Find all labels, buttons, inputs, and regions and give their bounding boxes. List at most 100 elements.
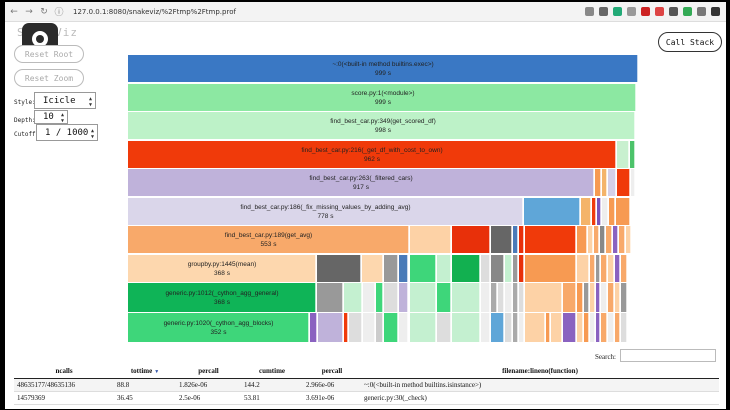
flame-block[interactable]: [617, 141, 629, 168]
flame-block[interactable]: [616, 198, 630, 225]
flame-block[interactable]: [410, 226, 451, 253]
flame-block[interactable]: [597, 198, 601, 225]
flame-block[interactable]: [525, 283, 562, 312]
extension-icon[interactable]: [599, 7, 608, 16]
flame-block[interactable]: [590, 283, 595, 312]
flame-block[interactable]: [437, 255, 451, 282]
flame-block[interactable]: [602, 198, 608, 225]
flame-block[interactable]: [452, 313, 480, 342]
flame-block[interactable]: [601, 255, 607, 282]
flame-block[interactable]: [399, 283, 408, 312]
flame-block[interactable]: [410, 313, 436, 342]
flame-block[interactable]: [481, 313, 490, 342]
flame-block[interactable]: [491, 313, 504, 342]
flame-block[interactable]: [596, 313, 600, 342]
flame-block[interactable]: [513, 255, 518, 282]
flame-block[interactable]: [505, 313, 512, 342]
flame-block[interactable]: [621, 255, 627, 282]
extension-icon[interactable]: [641, 7, 650, 16]
flame-block[interactable]: [513, 313, 518, 342]
flame-block[interactable]: [619, 226, 625, 253]
flame-block[interactable]: [410, 255, 436, 282]
flame-block[interactable]: [519, 226, 524, 253]
flame-block[interactable]: [588, 226, 593, 253]
flame-block[interactable]: [617, 169, 630, 196]
flame-block[interactable]: [584, 283, 589, 312]
flame-block[interactable]: [491, 226, 512, 253]
flame-block[interactable]: [551, 313, 562, 342]
flame-block[interactable]: [608, 283, 614, 312]
flame-block[interactable]: [546, 313, 550, 342]
flame-block[interactable]: [581, 198, 591, 225]
call-stack-button[interactable]: Call Stack: [658, 32, 722, 52]
star-icon[interactable]: [585, 7, 594, 16]
flame-block[interactable]: [317, 255, 361, 282]
flame-block[interactable]: [563, 283, 576, 312]
flame-block[interactable]: [601, 283, 607, 312]
flame-block[interactable]: [602, 169, 607, 196]
flame-block[interactable]: [577, 226, 587, 253]
flame-block[interactable]: [410, 283, 436, 312]
column-header-ncalls[interactable]: ncalls: [14, 365, 114, 379]
flame-block[interactable]: [505, 283, 512, 312]
flame-block[interactable]: [592, 198, 596, 225]
flame-block[interactable]: [608, 255, 614, 282]
extension-icon[interactable]: [627, 7, 636, 16]
flame-block[interactable]: [491, 283, 497, 312]
flame-block[interactable]: [608, 313, 614, 342]
flame-block[interactable]: [594, 226, 599, 253]
table-row[interactable]: 14579369 36.45 2.5e-06 53.81 3.691e-06 g…: [14, 391, 719, 405]
flame-block[interactable]: [310, 313, 317, 342]
style-select[interactable]: Icicle ▲ ▼: [34, 92, 96, 109]
extension-icon[interactable]: [669, 7, 678, 16]
flame-block[interactable]: [525, 226, 576, 253]
reset-root-button[interactable]: Reset Root: [14, 45, 84, 63]
flame-block[interactable]: [608, 169, 616, 196]
flame-block[interactable]: [590, 255, 595, 282]
flame-block[interactable]: [519, 283, 524, 312]
column-header-percall-cum[interactable]: percall: [303, 365, 361, 379]
column-header-percall[interactable]: percall: [176, 365, 241, 379]
flame-block[interactable]: [344, 313, 348, 342]
flame-block[interactable]: [519, 313, 524, 342]
flame-block[interactable]: [601, 313, 607, 342]
flame-block[interactable]: [577, 283, 583, 312]
flame-block[interactable]: [452, 255, 480, 282]
flame-block[interactable]: [363, 313, 375, 342]
flame-block[interactable]: [519, 255, 524, 282]
flame-block[interactable]: [452, 226, 490, 253]
flame-block[interactable]: [481, 283, 490, 312]
flame-block[interactable]: [349, 313, 362, 342]
address-bar[interactable]: 127.0.0.1:8080/snakeviz/%2Ftmp%2Ftmp.pro…: [73, 8, 236, 16]
flame-block[interactable]: [437, 313, 451, 342]
forward-icon[interactable]: →: [23, 7, 35, 17]
flame-block[interactable]: [318, 313, 343, 342]
flame-block[interactable]: [613, 226, 618, 253]
flame-block[interactable]: [563, 313, 576, 342]
back-icon[interactable]: ←: [8, 7, 20, 17]
info-icon[interactable]: ⓘ: [53, 5, 65, 18]
flame-block[interactable]: [399, 255, 408, 282]
flame-block[interactable]: [481, 255, 490, 282]
flame-block[interactable]: [606, 226, 612, 253]
flame-block[interactable]: [577, 313, 583, 342]
flame-block[interactable]: [363, 283, 375, 312]
flame-block[interactable]: [577, 255, 589, 282]
flame-block[interactable]: [596, 255, 600, 282]
flame-block[interactable]: [344, 283, 362, 312]
flame-block[interactable]: [513, 283, 518, 312]
table-row[interactable]: 48635177/48635136 88.8 1.826e-06 144.2 2…: [14, 378, 719, 392]
flame-block[interactable]: [384, 255, 398, 282]
column-header-tottime[interactable]: tottime ▼: [114, 365, 176, 379]
flame-block[interactable]: [596, 283, 600, 312]
flame-block[interactable]: [525, 313, 545, 342]
flame-block[interactable]: [621, 283, 627, 312]
flame-block[interactable]: [452, 283, 480, 312]
flame-block[interactable]: [626, 226, 631, 253]
flame-block[interactable]: [498, 283, 504, 312]
flame-block[interactable]: [600, 226, 605, 253]
flame-block[interactable]: [362, 255, 383, 282]
flame-block[interactable]: [525, 255, 576, 282]
flame-block[interactable]: [491, 255, 504, 282]
flame-block[interactable]: [615, 283, 620, 312]
